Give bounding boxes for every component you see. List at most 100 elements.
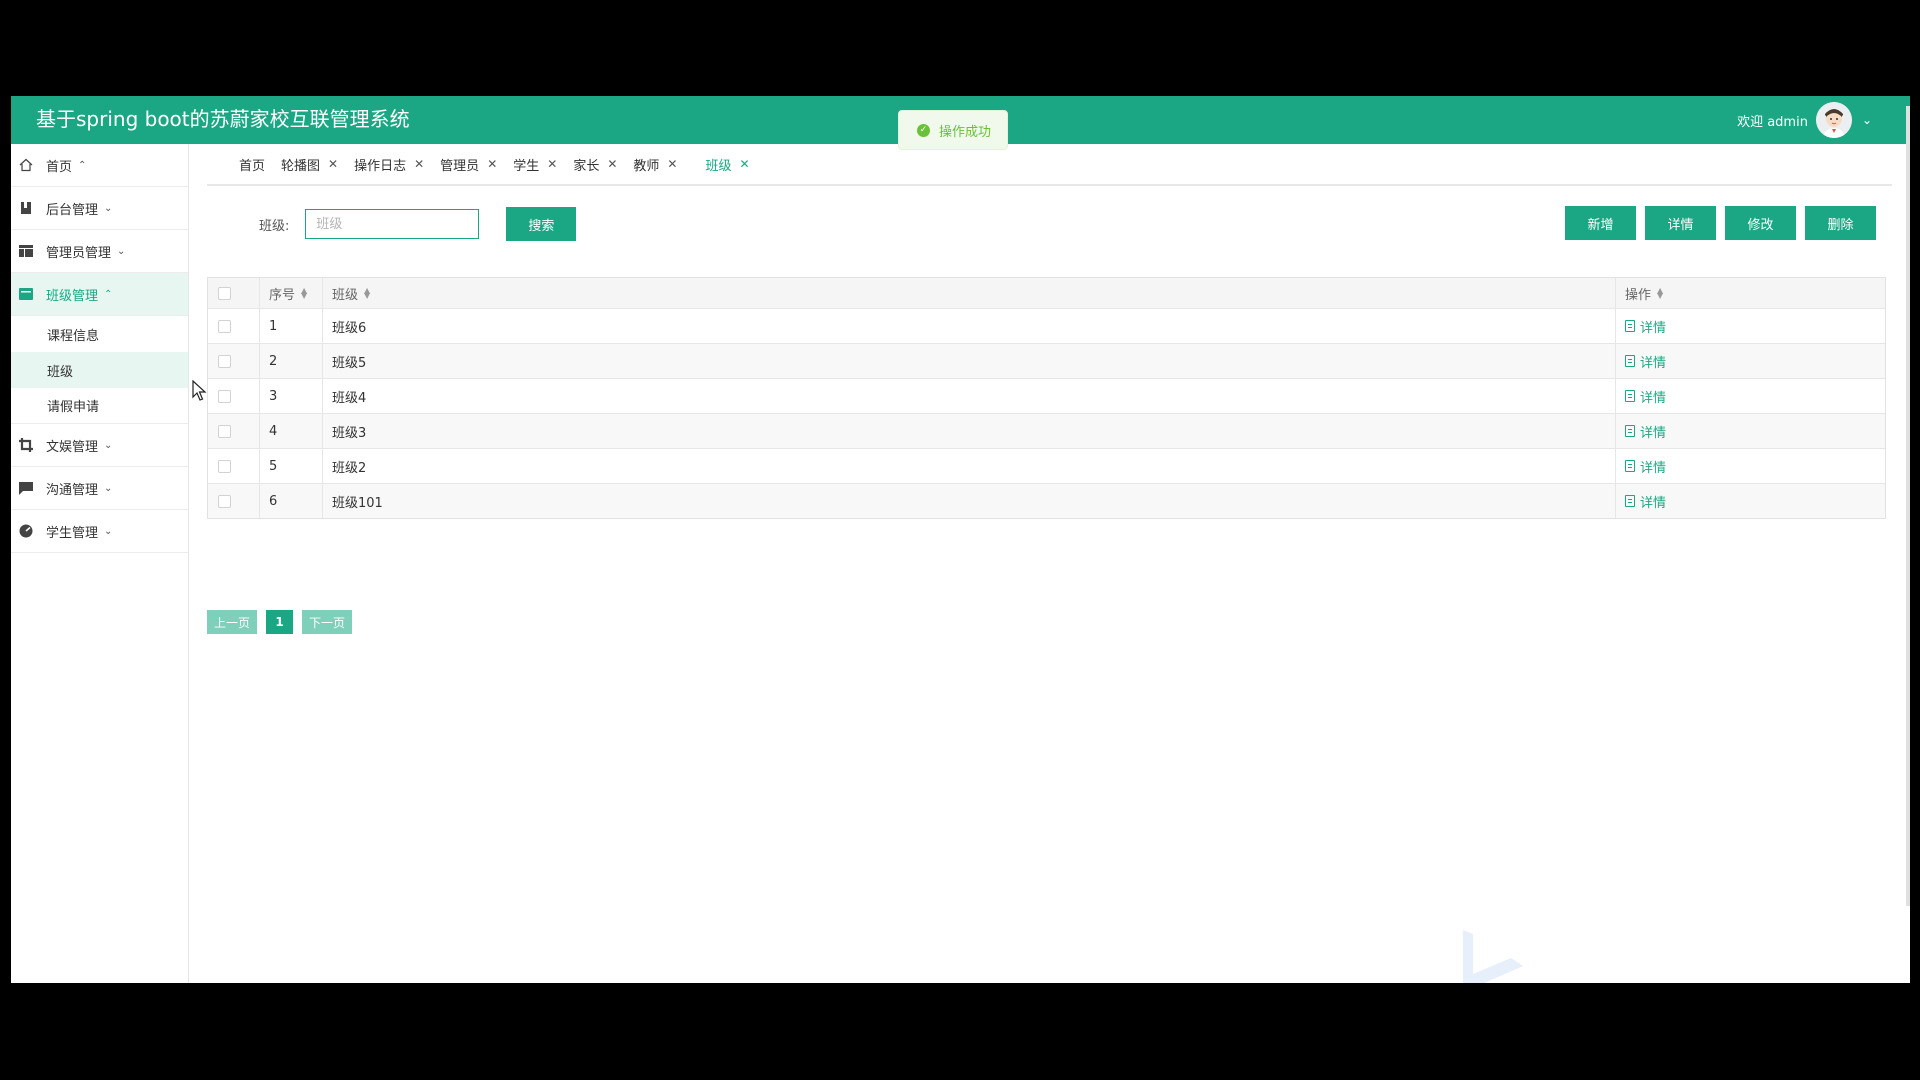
chat-icon [18, 481, 34, 495]
edit-button[interactable]: 修改 [1725, 206, 1796, 240]
bing-logo-icon [1463, 930, 1523, 983]
column-header-label: 操作 [1625, 287, 1652, 303]
document-icon [1625, 495, 1635, 507]
current-page[interactable]: 1 [266, 610, 294, 634]
name-cell: 班级2 [322, 449, 1615, 483]
detail-link[interactable]: 详情 [1625, 352, 1666, 371]
row-checkbox[interactable] [218, 459, 231, 473]
close-icon[interactable]: ✕ [328, 157, 338, 171]
detail-link[interactable]: 详情 [1625, 317, 1666, 336]
search-button[interactable]: 搜索 [506, 207, 577, 241]
search-label: 班级: [259, 218, 290, 234]
tab-class[interactable]: 班级 ✕ [705, 155, 749, 174]
sidebar-item-students[interactable]: 学生管理 ⌄ [11, 510, 188, 553]
document-icon [1625, 425, 1635, 437]
column-header-name[interactable]: 班级 ▲ ▼ [322, 278, 1615, 308]
detail-link[interactable]: 详情 [1625, 422, 1666, 441]
index-cell: 5 [259, 449, 322, 483]
sidebar-item-label: 文娱管理 [46, 439, 99, 455]
close-icon[interactable]: ✕ [487, 157, 497, 171]
sidebar-item-home[interactable]: 首页 ⌃ [11, 144, 188, 187]
prev-page-button[interactable]: 上一页 [207, 610, 258, 634]
crop-icon [18, 438, 34, 452]
table-row[interactable]: 4 班级3 详情 [208, 413, 1885, 448]
toast-message: 操作成功 [939, 124, 992, 140]
chevron-down-icon: ⌄ [104, 439, 113, 451]
layout-icon [18, 244, 34, 258]
detail-link[interactable]: 详情 [1625, 387, 1666, 406]
row-check-cell [208, 344, 259, 378]
next-page-button[interactable]: 下一页 [302, 610, 353, 634]
chevron-up-icon: ⌃ [104, 288, 113, 300]
submenu-item-courses[interactable]: 课程信息 [11, 316, 188, 352]
detail-link-label: 详情 [1640, 495, 1667, 511]
sidebar-item-admins[interactable]: 管理员管理 ⌄ [11, 230, 188, 273]
page-scrollbar[interactable] [1906, 106, 1910, 906]
close-icon[interactable]: ✕ [667, 157, 677, 171]
close-icon[interactable]: ✕ [607, 157, 617, 171]
submenu-item-label: 课程信息 [47, 328, 100, 344]
document-icon [1625, 320, 1635, 332]
sort-icon[interactable]: ▲ ▼ [364, 287, 370, 300]
row-checkbox[interactable] [218, 354, 231, 368]
chevron-up-icon: ⌃ [78, 159, 87, 171]
column-header-op[interactable]: 操作 ▲ ▼ [1615, 278, 1885, 308]
detail-link-label: 详情 [1640, 460, 1667, 476]
tab-parents[interactable]: 家长 ✕ [573, 155, 617, 174]
row-checkbox[interactable] [218, 494, 231, 508]
op-cell: 详情 [1615, 449, 1885, 483]
tab-label: 轮播图 [281, 158, 321, 174]
submenu-item-leave[interactable]: 请假申请 [11, 388, 188, 424]
add-button[interactable]: 新增 [1565, 206, 1636, 240]
row-checkbox[interactable] [218, 319, 231, 333]
tab-admins[interactable]: 管理员 ✕ [440, 155, 497, 174]
sidebar-item-backend[interactable]: 后台管理 ⌄ [11, 187, 188, 230]
tab-oplog[interactable]: 操作日志 ✕ [354, 155, 424, 174]
class-search-input[interactable] [305, 209, 480, 239]
delete-button[interactable]: 删除 [1805, 206, 1876, 240]
close-icon[interactable]: ✕ [414, 157, 424, 171]
close-icon[interactable]: ✕ [740, 157, 750, 171]
op-cell: 详情 [1615, 309, 1885, 343]
table-row[interactable]: 6 班级101 详情 [208, 483, 1885, 518]
detail-link[interactable]: 详情 [1625, 457, 1666, 476]
row-check-cell [208, 379, 259, 413]
document-icon [1625, 460, 1635, 472]
user-avatar[interactable] [1815, 102, 1852, 138]
table-row[interactable]: 3 班级4 详情 [208, 378, 1885, 413]
pagination: 上一页 1 下一页 [207, 610, 353, 634]
table-row[interactable]: 5 班级2 详情 [208, 448, 1885, 483]
table-row[interactable]: 1 班级6 详情 [208, 308, 1885, 343]
name-cell: 班级4 [322, 379, 1615, 413]
app-title: 基于spring boot的苏蔚家校互联管理系统 [36, 107, 410, 131]
index-cell: 2 [259, 344, 322, 378]
tab-home[interactable]: 首页 [239, 155, 265, 174]
tab-teachers[interactable]: 教师 ✕ [633, 155, 677, 174]
user-menu[interactable]: 欢迎 admin ⌄ [1737, 101, 1872, 139]
chevron-down-icon[interactable]: ⌄ [1862, 113, 1872, 127]
table-row[interactable]: 2 班级5 详情 [208, 343, 1885, 378]
select-all-checkbox[interactable] [218, 286, 231, 300]
sidebar-item-entertainment[interactable]: 文娱管理 ⌄ [11, 424, 188, 467]
submenu-item-class[interactable]: 班级 [11, 352, 188, 388]
row-checkbox[interactable] [218, 424, 231, 438]
tab-label: 学生 [513, 158, 540, 174]
table-header-row: 序号 ▲ ▼ 班级 ▲ ▼ 操作 ▲ ▼ [208, 278, 1885, 308]
sidebar-item-label: 管理员管理 [46, 245, 112, 261]
sidebar-item-label: 学生管理 [46, 525, 99, 541]
tab-students[interactable]: 学生 ✕ [513, 155, 557, 174]
tab-label: 首页 [239, 158, 266, 174]
row-checkbox[interactable] [218, 389, 231, 403]
detail-link[interactable]: 详情 [1625, 492, 1666, 511]
sidebar-item-classes[interactable]: 班级管理 ⌃ [11, 273, 188, 316]
sidebar-item-communication[interactable]: 沟通管理 ⌄ [11, 467, 188, 510]
sort-icon[interactable]: ▲ ▼ [1657, 287, 1663, 300]
column-header-index[interactable]: 序号 ▲ ▼ [259, 278, 322, 308]
welcome-text: 欢迎 admin [1737, 114, 1808, 130]
chevron-down-icon: ⌄ [104, 202, 113, 214]
close-icon[interactable]: ✕ [547, 157, 557, 171]
sort-icon[interactable]: ▲ ▼ [301, 287, 307, 300]
tab-carousel[interactable]: 轮播图 ✕ [281, 155, 338, 174]
detail-link-label: 详情 [1640, 390, 1667, 406]
detail-button[interactable]: 详情 [1645, 206, 1716, 240]
